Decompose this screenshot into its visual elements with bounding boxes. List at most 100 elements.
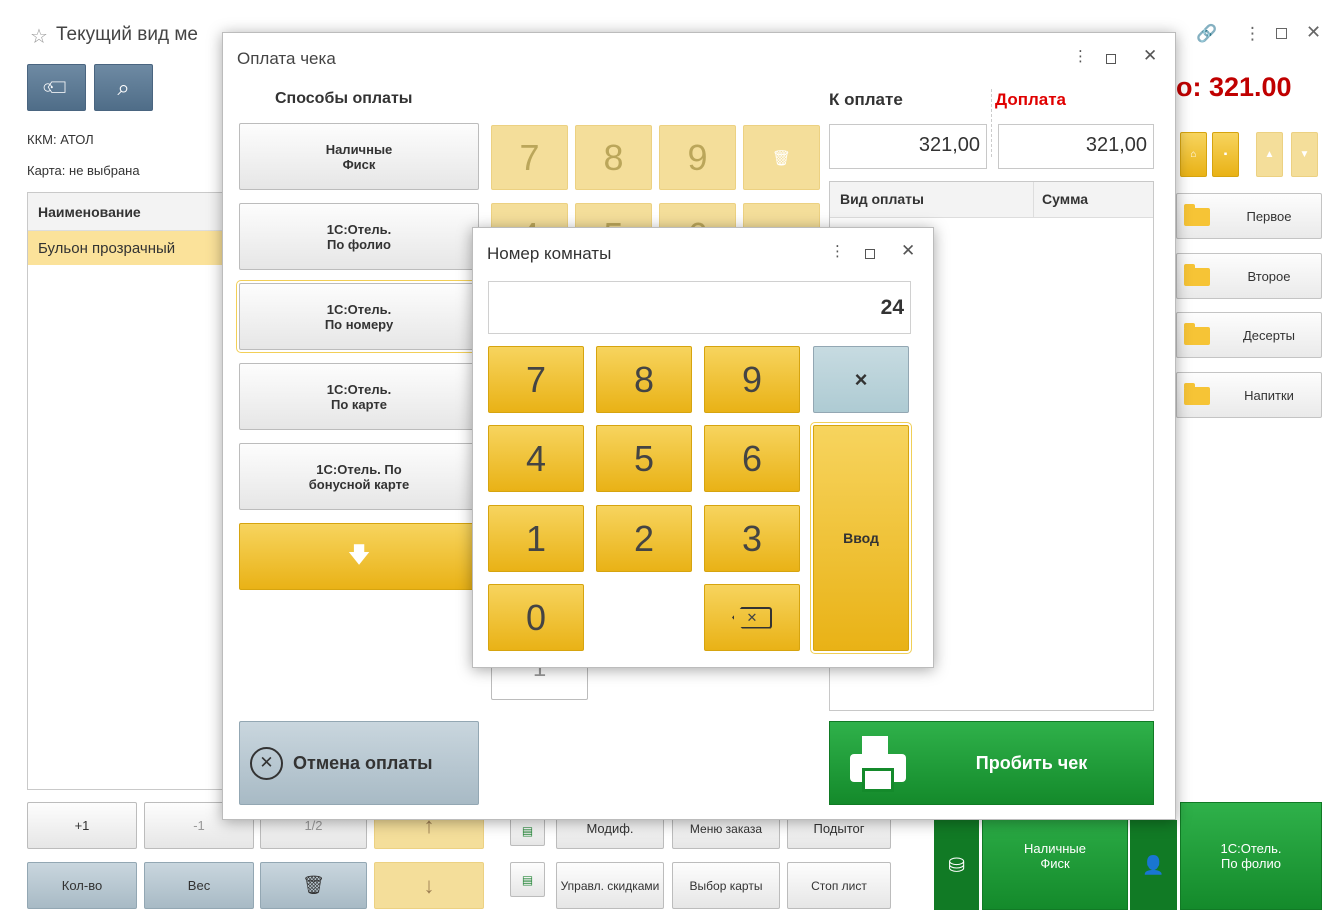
method-hotel-bonus-card[interactable]: 1С:Отель. По бонусной карте	[239, 443, 479, 510]
cancel-icon: ✕	[250, 746, 283, 780]
room-key-3[interactable]: 3	[704, 505, 800, 572]
room-clear-button[interactable]: ×	[813, 346, 909, 413]
maximize-icon[interactable]	[865, 249, 875, 259]
arrow-down-icon: ↓	[423, 872, 435, 898]
folder-icon	[1184, 204, 1210, 226]
room-enter-button[interactable]: Ввод	[810, 422, 912, 654]
table-row[interactable]: Бульон прозрачный	[28, 231, 226, 265]
pay-key-8[interactable]: 8	[575, 125, 652, 190]
room-number-dialog: Номер комнаты ⋮ ✕ 24 7 8 9 × 4 5 6 1 2 3…	[472, 227, 934, 668]
print-receipt-button[interactable]: Пробить чек	[829, 721, 1154, 805]
scroll-down-button[interactable]: ▼	[1291, 132, 1318, 177]
more-icon[interactable]: ⋮	[830, 242, 845, 260]
column-header-type[interactable]: Вид оплаты	[840, 191, 924, 207]
pay-key-7[interactable]: 7	[491, 125, 568, 190]
surcharge-field: 321,00	[998, 124, 1154, 169]
surcharge-label: Доплата	[995, 90, 1067, 109]
items-table: Наименование Бульон прозрачный	[27, 192, 227, 790]
discounts-button[interactable]: Управл. скидками	[556, 862, 664, 909]
card-select-button[interactable]: Выбор карты	[672, 862, 780, 909]
quantity-button[interactable]: Кол-во	[27, 862, 137, 909]
discount-icon-button[interactable]: ▤	[510, 862, 545, 897]
document-icon: ▤	[521, 872, 534, 887]
document-icon: ▤	[521, 824, 534, 838]
folder-icon	[1184, 383, 1210, 405]
printer-icon	[850, 736, 910, 794]
pay-key-1[interactable]: 1	[491, 663, 588, 700]
trash-icon: 🗑	[302, 875, 325, 895]
to-pay-label: К оплате	[829, 90, 903, 109]
column-header-sum[interactable]: Сумма	[1042, 191, 1088, 207]
arrow-down-icon: ▼	[1299, 149, 1310, 160]
room-key-4[interactable]: 4	[488, 425, 584, 492]
folder-icon	[1184, 264, 1210, 286]
maximize-icon[interactable]	[1106, 54, 1116, 64]
column-header-name[interactable]: Наименование	[28, 193, 226, 231]
payments-table-header: Вид оплаты Сумма	[830, 182, 1153, 218]
home-icon: ⌂	[1190, 149, 1197, 160]
room-key-7[interactable]: 7	[488, 346, 584, 413]
room-backspace-button[interactable]: ✕	[704, 584, 800, 651]
close-icon[interactable]: ✕	[901, 241, 915, 261]
room-key-1[interactable]: 1	[488, 505, 584, 572]
trash-icon: 🗑	[771, 149, 792, 167]
folder-drinks[interactable]: Напитки	[1176, 372, 1322, 418]
column-divider	[991, 89, 992, 157]
method-hotel-room[interactable]: 1С:Отель. По номеру	[236, 280, 482, 353]
card-label: Карта: не выбрана	[27, 163, 140, 178]
room-key-6[interactable]: 6	[704, 425, 800, 492]
pay-key-clear[interactable]: 🗑	[743, 125, 820, 190]
plus-one-button[interactable]: +1	[27, 802, 137, 849]
folder-icon	[1184, 323, 1210, 345]
room-key-0[interactable]: 0	[488, 584, 584, 651]
payment-dialog-title: Оплата чека	[237, 49, 336, 68]
methods-scroll-down-button[interactable]: 🡇	[239, 523, 479, 590]
stoplist-button[interactable]: Стоп лист	[787, 862, 891, 909]
arrow-up-icon: ▲	[1264, 149, 1275, 160]
room-dialog-title: Номер комнаты	[487, 244, 612, 263]
pay-key-9[interactable]: 9	[659, 125, 736, 190]
favorite-star-icon[interactable]: ☆	[30, 24, 48, 49]
kkm-label: ККМ: АТОЛ	[27, 132, 94, 147]
cancel-payment-button[interactable]: ✕ Отмена оплаты	[239, 721, 479, 805]
close-icon[interactable]: ✕	[1306, 22, 1321, 43]
room-key-5[interactable]: 5	[596, 425, 692, 492]
method-cash-fiscal[interactable]: Наличные Фиск	[239, 123, 479, 190]
method-hotel-folio[interactable]: 1С:Отель. По фолио	[239, 203, 479, 270]
close-icon[interactable]: ✕	[1143, 46, 1157, 66]
hotel-folio-button[interactable]: 1С:Отель. По фолио	[1180, 802, 1322, 910]
folder-desserts[interactable]: Десерты	[1176, 312, 1322, 358]
cash-icon-button[interactable]: ⛁	[934, 820, 979, 910]
scroll-up-button[interactable]: ▲	[1256, 132, 1283, 177]
folder-second[interactable]: Второе	[1176, 253, 1322, 299]
total-amount: о: 321.00	[1176, 72, 1292, 102]
method-hotel-card[interactable]: 1С:Отель. По карте	[239, 363, 479, 430]
methods-header: Способы оплаты	[275, 90, 413, 107]
hotel-icon-button[interactable]: 👤	[1130, 820, 1177, 910]
room-key-2[interactable]: 2	[596, 505, 692, 572]
backspace-icon: ✕	[732, 606, 772, 629]
folder-up-button[interactable]: ▪	[1212, 132, 1239, 177]
delete-item-button[interactable]: 🗑	[260, 862, 367, 909]
search-button[interactable]: ⌕	[94, 64, 153, 111]
tag-button[interactable]: 🏷	[27, 64, 86, 111]
move-down-button[interactable]: ↓	[374, 862, 484, 909]
main-title: Текущий вид ме	[56, 24, 198, 45]
tag-icon: 🏷	[40, 71, 74, 105]
room-key-8[interactable]: 8	[596, 346, 692, 413]
maximize-icon[interactable]	[1276, 28, 1287, 39]
more-icon[interactable]: ⋮	[1244, 24, 1261, 44]
person-icon: 👤	[1142, 854, 1165, 875]
arrow-down-icon: 🡇	[347, 541, 371, 567]
folder-first[interactable]: Первое	[1176, 193, 1322, 239]
weight-button[interactable]: Вес	[144, 862, 254, 909]
search-icon: ⌕	[117, 74, 130, 100]
orders-icon-button[interactable]: ▤	[510, 816, 545, 846]
more-icon[interactable]: ⋮	[1073, 47, 1088, 65]
column-divider	[1033, 182, 1034, 218]
room-key-9[interactable]: 9	[704, 346, 800, 413]
to-pay-field: 321,00	[829, 124, 987, 169]
link-icon[interactable]: 🔗	[1196, 24, 1217, 44]
room-number-input[interactable]: 24	[488, 281, 911, 334]
home-button[interactable]: ⌂	[1180, 132, 1207, 177]
